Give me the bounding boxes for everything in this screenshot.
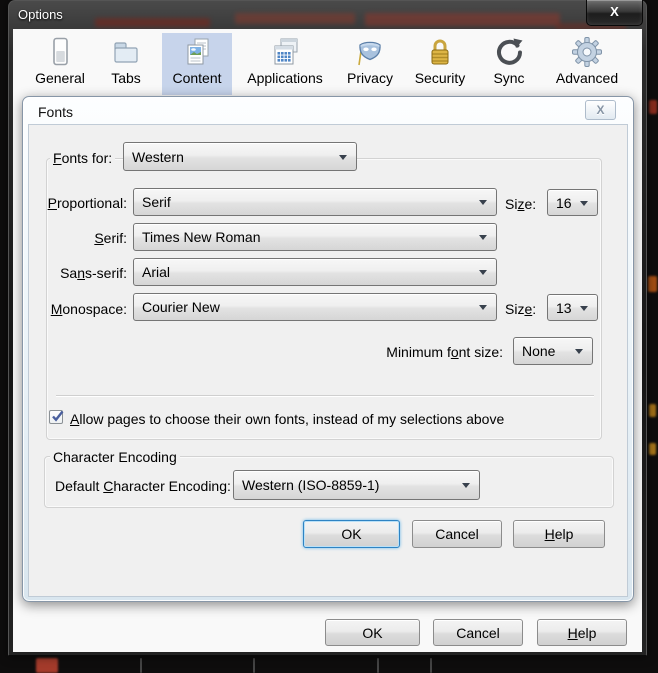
sans-serif-value: Arial xyxy=(142,264,171,280)
dialog-cancel-button[interactable]: Cancel xyxy=(412,520,502,548)
proportional-size-value: 16 xyxy=(556,194,572,211)
tab-label: Tabs xyxy=(111,70,141,86)
tab-label: Applications xyxy=(247,70,323,86)
serif-value: Times New Roman xyxy=(142,229,261,245)
tab-privacy[interactable]: Privacy xyxy=(339,33,401,95)
proportional-size-label: Size: xyxy=(505,196,537,212)
dialog-ok-button[interactable]: OK xyxy=(303,520,400,548)
sans-serif-select[interactable]: Arial xyxy=(133,258,497,286)
default-character-encoding-value: Western (ISO-8859-1) xyxy=(242,477,380,493)
proportional-size-select[interactable]: 16 xyxy=(547,189,598,216)
monospace-label: Monospace: xyxy=(50,301,127,317)
applications-icon xyxy=(269,36,301,68)
minimum-font-size-select[interactable]: None xyxy=(513,337,593,365)
fonts-dialog-title: Fonts xyxy=(38,104,74,120)
window-close-button[interactable]: X xyxy=(586,0,643,26)
chevron-down-icon xyxy=(479,305,487,310)
chevron-down-icon xyxy=(580,200,588,206)
allow-pages-label[interactable]: Allow pages to choose their own fonts, i… xyxy=(70,410,504,428)
tab-tabs[interactable]: Tabs xyxy=(97,33,155,95)
monospace-size-select[interactable]: 13 xyxy=(547,294,598,321)
proportional-value: Serif xyxy=(142,194,171,210)
monospace-value: Courier New xyxy=(142,299,220,315)
minimum-font-size-label: Minimum font size: xyxy=(386,344,503,360)
proportional-select[interactable]: Serif xyxy=(133,188,497,216)
content-icon xyxy=(181,36,213,68)
sans-serif-label: Sans-serif: xyxy=(60,265,127,281)
checkmark-icon xyxy=(52,410,64,422)
privacy-icon xyxy=(354,36,386,68)
proportional-label: Proportional: xyxy=(47,195,127,211)
serif-label: Serif: xyxy=(94,230,127,246)
minimum-font-size-value: None xyxy=(522,343,556,359)
security-icon xyxy=(424,36,456,68)
chevron-down-icon xyxy=(479,270,487,275)
character-encoding-group-label: Character Encoding xyxy=(50,448,180,466)
close-icon: X xyxy=(596,103,605,117)
sync-icon xyxy=(493,36,525,68)
monospace-size-value: 13 xyxy=(556,299,572,316)
chevron-down-icon xyxy=(479,235,487,240)
chevron-down-icon xyxy=(479,200,487,205)
tab-label: Sync xyxy=(493,70,525,86)
default-character-encoding-label: Default Character Encoding: xyxy=(55,478,231,494)
tab-label: General xyxy=(35,70,85,86)
tab-sync[interactable]: Sync xyxy=(479,33,539,95)
chevron-down-icon xyxy=(580,305,588,311)
advanced-icon xyxy=(571,36,603,68)
options-window-title: Options xyxy=(18,7,63,22)
dialog-help-button[interactable]: Help xyxy=(513,520,605,548)
dialog-close-button[interactable]: X xyxy=(585,100,616,120)
close-icon: X xyxy=(610,4,619,19)
tab-security[interactable]: Security xyxy=(406,33,474,95)
chevron-down-icon xyxy=(575,349,583,354)
tabs-icon xyxy=(110,36,142,68)
options-help-button[interactable]: Help xyxy=(537,619,627,646)
tab-label: Privacy xyxy=(347,70,393,86)
tab-advanced[interactable]: Advanced xyxy=(544,33,630,95)
tab-label: Security xyxy=(414,70,466,86)
options-cancel-button[interactable]: Cancel xyxy=(433,619,523,646)
tab-label: Advanced xyxy=(555,70,619,86)
chevron-down-icon xyxy=(462,483,470,488)
fonts-for-label: Fonts for: xyxy=(50,149,116,167)
tab-label: Content xyxy=(172,70,222,86)
monospace-select[interactable]: Courier New xyxy=(133,293,497,321)
tab-general[interactable]: General xyxy=(28,33,92,95)
default-character-encoding-select[interactable]: Western (ISO-8859-1) xyxy=(233,470,480,500)
tab-applications[interactable]: Applications xyxy=(236,33,334,95)
tab-content[interactable]: Content xyxy=(162,33,232,95)
fonts-for-select[interactable]: Western xyxy=(123,142,357,171)
monospace-size-label: Size: xyxy=(505,301,537,317)
allow-pages-checkbox[interactable] xyxy=(49,410,64,424)
options-ok-button[interactable]: OK xyxy=(325,619,420,646)
fonts-for-value: Western xyxy=(132,148,184,165)
separator xyxy=(56,395,594,397)
serif-select[interactable]: Times New Roman xyxy=(133,223,497,251)
general-icon xyxy=(44,36,76,68)
chevron-down-icon xyxy=(339,154,347,160)
